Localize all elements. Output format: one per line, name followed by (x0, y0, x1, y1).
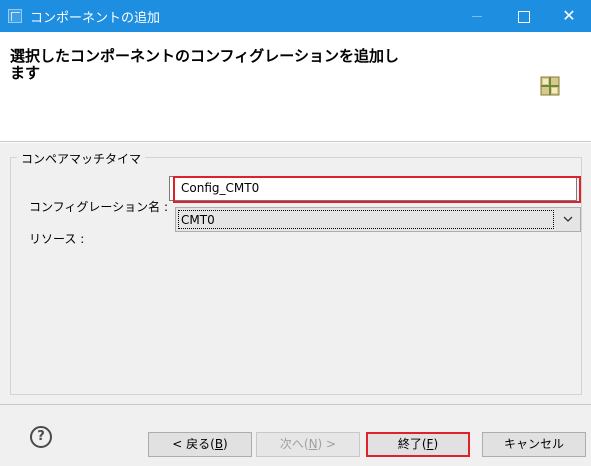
title-bar[interactable]: コンポーネントの追加 ✕ (0, 0, 591, 32)
minimize-button[interactable] (454, 0, 500, 32)
chevron-down-icon (563, 216, 573, 222)
cancel-button[interactable]: キャンセル (482, 432, 586, 457)
maximize-button[interactable] (500, 0, 546, 32)
next-button-key: N (308, 437, 318, 451)
next-button-end: ) > (317, 437, 337, 451)
banner-title: 選択したコンポーネントのコンフィグレーションを追加します (10, 47, 399, 82)
component-grid-icon (540, 76, 560, 96)
button-bar: ? < 戻る(B) 次へ(N) > 終了(F) キャンセル (0, 404, 591, 466)
back-button[interactable]: < 戻る(B) (148, 432, 252, 457)
window-title: コンポーネントの追加 (30, 11, 161, 26)
config-name-value[interactable]: Config_CMT0 (181, 181, 259, 195)
next-button[interactable]: 次へ(N) > (256, 432, 360, 457)
help-icon[interactable]: ? (30, 426, 52, 448)
finish-button-text: 終了( (397, 437, 427, 451)
close-button[interactable]: ✕ (546, 0, 591, 32)
config-name-label: コンフィグレーション名 : (29, 200, 169, 214)
app-icon (8, 9, 22, 23)
resource-label: リソース : (29, 232, 85, 246)
finish-button-end: ) (433, 437, 439, 451)
back-button-key: B (214, 437, 224, 451)
back-button-end: ) (223, 437, 228, 451)
resource-select-value: CMT0 (178, 210, 554, 229)
wizard-banner: 選択したコンポーネントのコンフィグレーションを追加します (0, 32, 591, 142)
next-button-text: 次へ( (279, 437, 309, 451)
finish-button[interactable]: 終了(F) (366, 432, 470, 457)
group-label: コンペアマッチタイマ (17, 150, 146, 167)
back-button-text: < 戻る( (172, 437, 215, 451)
resource-select[interactable]: CMT0 (175, 207, 581, 232)
